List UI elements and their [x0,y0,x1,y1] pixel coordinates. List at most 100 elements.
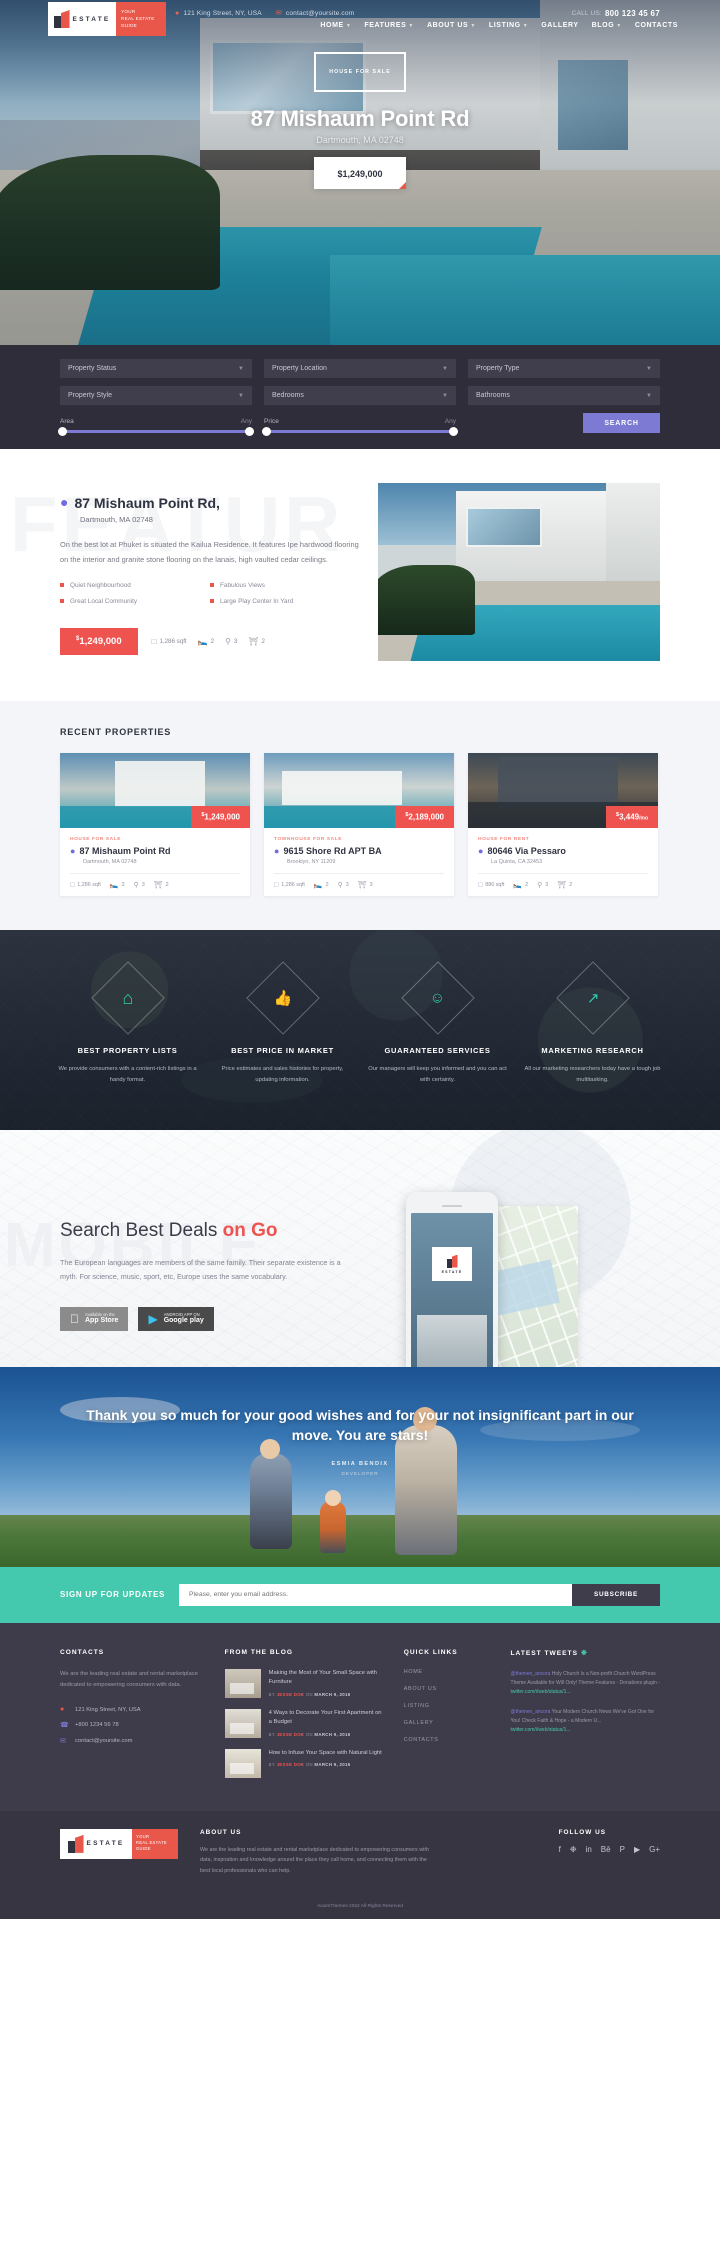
list-item: Large Play Center In Yard [210,598,360,605]
nav-label: BLOG [591,22,615,29]
blog-post-item[interactable]: 4 Ways to Decorate Your First Apartment … [224,1708,384,1738]
phone-mockup: ESTATE [398,1192,578,1367]
search-button[interactable]: SEARCH [583,413,660,433]
tweet-item[interactable]: @themen_ancora Holy Church Is a Non-prof… [511,1670,660,1697]
nav-item-features[interactable]: FEATURES ▼ [364,22,414,29]
testimonial-author: ESMIA BENDIX [331,1461,389,1468]
footer-phone[interactable]: ☎ +800 1234 56 78 [60,1721,205,1729]
topbar-phone[interactable]: CALL US: 800 123 45 67 [572,9,660,18]
mobile-text: The European languages are members of th… [60,1258,341,1282]
property-card[interactable]: $1,249,000 HOUSE FOR SALE ● 87 Mishaum Po… [60,753,250,896]
footer-link-listing[interactable]: LISTING [404,1703,491,1709]
slider-price[interactable]: Price Any [262,418,458,436]
bullet-square-icon [60,583,64,588]
phone-device: ESTATE [406,1192,498,1367]
topbar-email-text: contact@yoursite.com [285,9,355,17]
topbar-email[interactable]: ✉ contact@yoursite.com [275,9,355,18]
youtube-icon[interactable]: ▶ [634,1845,640,1854]
subscribe-button[interactable]: SUBSCRIBE [572,1583,660,1606]
app-store-button[interactable]:  Available on the App Store [60,1306,129,1331]
benefit-title: BEST PRICE IN MARKET [231,1046,334,1055]
slider-track[interactable] [58,427,254,436]
select-property-type[interactable]: Property Type ▼ [468,359,660,378]
spec-bathrooms: ⚲ 3 [537,882,549,889]
property-card-title[interactable]: ● 80646 Via Pessaro [478,846,648,856]
select-bathrooms[interactable]: Bathrooms ▼ [468,386,660,405]
blog-post-item[interactable]: Making the Most of Your Small Space with… [224,1668,384,1698]
pinterest-icon[interactable]: P [620,1845,625,1854]
footer-link-home[interactable]: HOME [404,1669,491,1675]
slider-track[interactable] [262,427,458,436]
phone-app-logo: ESTATE [432,1247,472,1281]
property-card-status: HOUSE FOR RENT [478,837,530,842]
footer-link-about-us[interactable]: ABOUT US [404,1686,491,1692]
slider-handle-min[interactable] [58,427,67,436]
facebook-icon[interactable]: f [559,1845,561,1854]
site-logo[interactable]: ESTATE [48,2,116,36]
nav-item-gallery[interactable]: GALLERY [541,22,578,29]
select-property-location[interactable]: Property Location ▼ [264,359,456,378]
footer-logo[interactable]: ESTATE YOUR REAL ESTATE GUIDE [60,1828,178,1859]
chevron-down-icon: ▼ [646,365,652,372]
mobile-heading: Search Best Deals on Go [60,1220,278,1241]
spec-garage: ⛩ 2 [153,882,169,889]
footer-follow: FOLLOW US f ❉ in Bē P ▶ G+ [559,1829,660,1854]
slider-area-value: Any [240,418,252,425]
envelope-icon: ✉ [275,10,282,17]
bullet-square-icon [210,583,214,588]
testimonial-role: DEVELOPER [341,1471,379,1477]
select-property-style[interactable]: Property Style ▼ [60,386,252,405]
footer-link-gallery[interactable]: GALLERY [404,1720,491,1726]
phone-building-image [417,1315,487,1367]
benefit-text: All our marketing researchers today have… [524,1066,661,1083]
slider-handle-min[interactable] [262,427,271,436]
select-bedrooms[interactable]: Bedrooms ▼ [264,386,456,405]
topbar-address: ● 121 King Street, NY, USA [175,10,262,17]
linkedin-icon[interactable]: in [586,1845,592,1854]
testimonial-section: Thank you so much for your good wishes a… [0,1366,720,1567]
footer-email[interactable]: ✉ contact@yoursite.com [60,1737,205,1745]
chevron-down-icon: ▼ [238,365,244,372]
chevron-down-icon: ▼ [238,392,244,399]
behance-icon[interactable]: Bē [601,1845,611,1854]
subscribe-field[interactable]: SUBSCRIBE [179,1583,660,1606]
property-card[interactable]: $2,189,000 TOWNHOUSE FOR SALE ● 9615 Shor… [264,753,454,896]
property-card-title[interactable]: ● 9615 Shore Rd APT BA [274,846,444,856]
twitter-icon[interactable]: ❉ [570,1845,577,1854]
property-card-title[interactable]: ● 87 Mishaum Point Rd [70,846,240,856]
nav-label: CONTACTS [634,22,678,29]
tweet-item[interactable]: @themen_ancora Your Modern Church News W… [511,1708,660,1735]
google-plus-icon[interactable]: G+ [649,1845,660,1854]
property-card-status: HOUSE FOR SALE [70,837,122,842]
bath-icon: ⚲ [225,636,231,646]
nav-item-contacts[interactable]: CONTACTS [635,22,678,29]
spec-garage: ⛩ 2 [557,882,573,889]
benefits-section: ⌂ BEST PROPERTY LISTS We provide consume… [0,930,720,1130]
area-icon: □ [151,636,157,646]
hero-content: HOUSE FOR SALE 87 Mishaum Point Rd Dartm… [0,52,720,189]
slider-handle-max[interactable] [245,427,254,436]
property-card[interactable]: $3,449/mo HOUSE FOR RENT ● 80646 Via Pess… [468,753,658,896]
main-navigation[interactable]: HOME ▼ FEATURES ▼ ABOUT US ▼ LISTING ▼ GALLE… [320,22,678,29]
nav-item-listing[interactable]: LISTING ▼ [489,22,528,29]
footer-link-contacts[interactable]: CONTACTS [404,1737,491,1743]
section-title-recent: RECENT PROPERTIES [60,727,172,737]
hero-price-value: $1,249,000 [337,169,383,179]
slider-handle-max[interactable] [449,427,458,436]
slider-area[interactable]: Area Any [58,418,254,436]
blog-post-item[interactable]: How to Infuse Your Space with Natural Li… [224,1748,384,1778]
hero-title: 87 Mishaum Point Rd [250,106,470,131]
bed-icon: 🛌 [197,636,208,646]
email-input[interactable] [179,1583,572,1606]
nav-item-home[interactable]: HOME ▼ [320,22,351,29]
chevron-down-icon: ▼ [442,392,448,399]
nav-item-about-us[interactable]: ABOUT US ▼ [427,22,476,29]
property-card-address: La Quinta, CA 32453 [491,859,543,865]
google-play-button[interactable]: ▶ ANDROID APP ON Google play [138,1306,214,1331]
map-pin-icon: ● [274,846,280,856]
footer-tweets-column: LATEST TWEETS ❉ @themen_ancora Holy Churc… [511,1649,660,1789]
topbar-address-text: 121 King Street, NY, USA [183,9,262,17]
garage-icon: ⛩ [153,882,163,889]
select-property-status[interactable]: Property Status ▼ [60,359,252,378]
nav-item-blog[interactable]: BLOG ▼ [592,22,622,29]
